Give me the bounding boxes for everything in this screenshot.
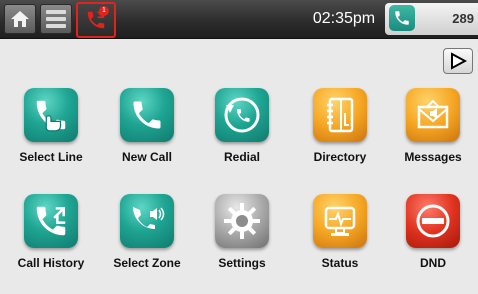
menu-button[interactable] bbox=[40, 4, 72, 34]
clock: 02:35pm bbox=[312, 10, 376, 27]
app-label: Select Zone bbox=[113, 256, 181, 270]
app-messages[interactable]: Messages bbox=[388, 88, 478, 188]
call-history-icon bbox=[24, 194, 78, 248]
app-label: Call History bbox=[17, 256, 85, 270]
play-arrow-icon bbox=[451, 52, 467, 70]
app-select-line[interactable]: Select Line bbox=[6, 88, 96, 188]
app-directory[interactable]: Directory bbox=[295, 88, 385, 188]
active-line-indicator[interactable]: 289 bbox=[385, 3, 478, 35]
app-dnd[interactable]: DND bbox=[388, 194, 478, 294]
app-label: Redial bbox=[223, 150, 260, 164]
monitor-status-icon bbox=[313, 194, 367, 248]
app-call-history[interactable]: Call History bbox=[6, 194, 96, 294]
app-status[interactable]: Status bbox=[295, 194, 385, 294]
app-label: Directory bbox=[313, 150, 367, 164]
phone-hand-icon bbox=[24, 88, 78, 142]
address-book-icon bbox=[313, 88, 367, 142]
app-new-call[interactable]: New Call bbox=[102, 88, 192, 188]
gear-icon bbox=[215, 194, 269, 248]
home-button[interactable] bbox=[4, 4, 36, 34]
missed-calls-badge: 1 bbox=[99, 6, 109, 16]
app-label: New Call bbox=[121, 150, 172, 164]
do-not-disturb-icon bbox=[406, 194, 460, 248]
app-settings[interactable]: Settings bbox=[197, 194, 287, 294]
menu-list-icon bbox=[46, 10, 66, 28]
redial-icon bbox=[215, 88, 269, 142]
app-redial[interactable]: Redial bbox=[197, 88, 287, 188]
line-number: 289 bbox=[452, 11, 474, 26]
next-page-button[interactable] bbox=[443, 48, 473, 74]
app-label: Select Line bbox=[19, 150, 83, 164]
app-label: DND bbox=[420, 256, 446, 270]
app-select-zone[interactable]: Select Zone bbox=[102, 194, 192, 294]
voicemail-envelope-icon bbox=[406, 88, 460, 142]
app-label: Status bbox=[321, 256, 359, 270]
app-label: Settings bbox=[218, 256, 266, 270]
missed-calls-button[interactable]: 1 bbox=[76, 2, 116, 38]
phone-icon bbox=[120, 88, 174, 142]
zone-speaker-icon bbox=[120, 194, 174, 248]
home-icon bbox=[11, 11, 29, 27]
app-label: Messages bbox=[404, 150, 462, 164]
top-bar: 1 02:35pm 289 bbox=[0, 0, 478, 39]
phone-icon bbox=[389, 5, 415, 31]
